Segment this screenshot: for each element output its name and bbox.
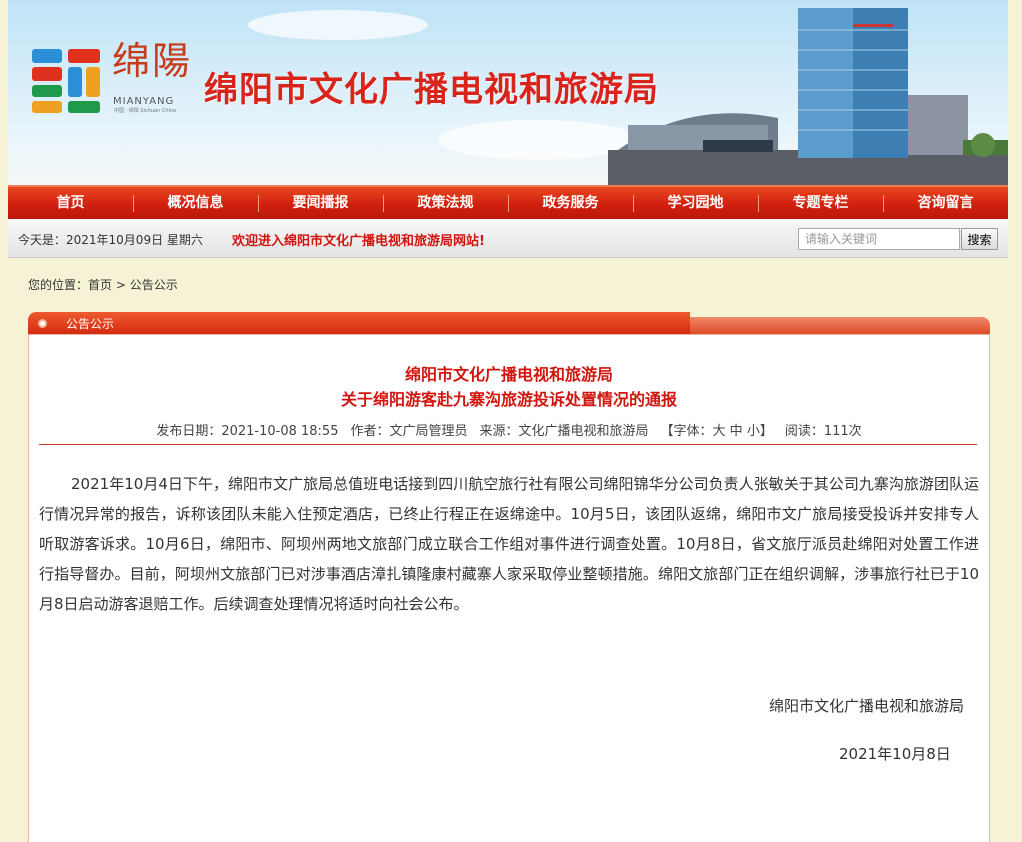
signature-organization: 绵阳市文化广播电视和旅游局 [769,697,965,715]
nav-item-home[interactable]: 首页 [8,187,133,219]
current-date: 今天是：2021年10月09日 星期六 [18,233,203,247]
article-source: 来源：文化广播电视和旅游局 [479,424,649,439]
publish-date: 发布日期：2021-10-08 18:55 [156,424,339,439]
breadcrumb-separator: > [112,278,130,292]
nav-item-consult[interactable]: 咨询留言 [883,187,1008,219]
logo-chinese-name: 绵陽 [112,39,193,83]
font-size-medium-button[interactable]: 中 [730,424,743,439]
main-nav: 首页 概况信息 要闻播报 政策法规 政务服务 学习园地 专题专栏 咨询留言 [8,185,1008,219]
nav-item-news[interactable]: 要闻播报 [258,187,383,219]
font-size-large-button[interactable]: 大 [713,424,726,439]
nav-item-learning[interactable]: 学习园地 [633,187,758,219]
article-title-line2: 关于绵阳游客赴九寨沟旅游投诉处置情况的通报 [340,390,677,409]
font-size-prefix: 【字体： [660,424,713,439]
welcome-marquee: 欢迎进入绵阳市文化广播电视和旅游局网站! [232,234,485,249]
info-bar: 今天是：2021年10月09日 星期六 欢迎进入绵阳市文化广播电视和旅游局网站!… [8,219,1008,258]
logo-english-name: MIANYANG [113,96,175,107]
breadcrumb-current[interactable]: 公告公示 [130,278,178,292]
nav-item-policy[interactable]: 政策法规 [383,187,508,219]
column-header-tail [683,317,990,334]
breadcrumb: 您的位置：首页 > 公告公示 [28,276,178,293]
building-illustration [608,8,1008,185]
column-title: 公告公示 [66,317,115,331]
search-button[interactable]: 搜索 [961,228,998,250]
nav-item-services[interactable]: 政务服务 [508,187,633,219]
font-size-small-button[interactable]: 小 [747,424,760,439]
nav-item-overview[interactable]: 概况信息 [133,187,258,219]
logo-subtitle: 中国 · 绵阳 Sichuan China [114,108,177,114]
article-title-line1: 绵阳市文化广播电视和旅游局 [404,365,613,384]
site-title: 绵阳市文化广播电视和旅游局 [204,70,659,110]
breadcrumb-home-link[interactable]: 首页 [88,278,112,292]
font-size-suffix: 】 [759,424,773,439]
view-count: 阅读：111次 [784,424,862,439]
city-logo-icon [32,49,100,113]
article-body: 2021年10月4日下午，绵阳市文广旅局总值班电话接到四川航空旅行社有限公司绵阳… [39,475,979,613]
column-header-bar [28,312,690,334]
signature-date: 2021年10月8日 [839,745,951,763]
article-meta: 发布日期：2021-10-08 18:55 作者：文广局管理员 来源：文化广播电视和… [29,420,989,439]
nav-item-topics[interactable]: 专题专栏 [758,187,883,219]
breadcrumb-prefix: 您的位置： [28,278,89,292]
article-author: 作者：文广局管理员 [350,424,468,439]
search-input[interactable] [798,228,960,250]
column-header: 公告公示 [28,312,990,334]
header-banner: 绵陽 MIANYANG 中国 · 绵阳 Sichuan China 绵阳市文化广… [8,0,1008,185]
cloud-decoration [248,10,428,40]
title-divider [39,444,977,445]
bullet-icon [38,319,47,328]
article-container: 绵阳市文化广播电视和旅游局 关于绵阳游客赴九寨沟旅游投诉处置情况的通报 发布日期… [28,334,990,842]
